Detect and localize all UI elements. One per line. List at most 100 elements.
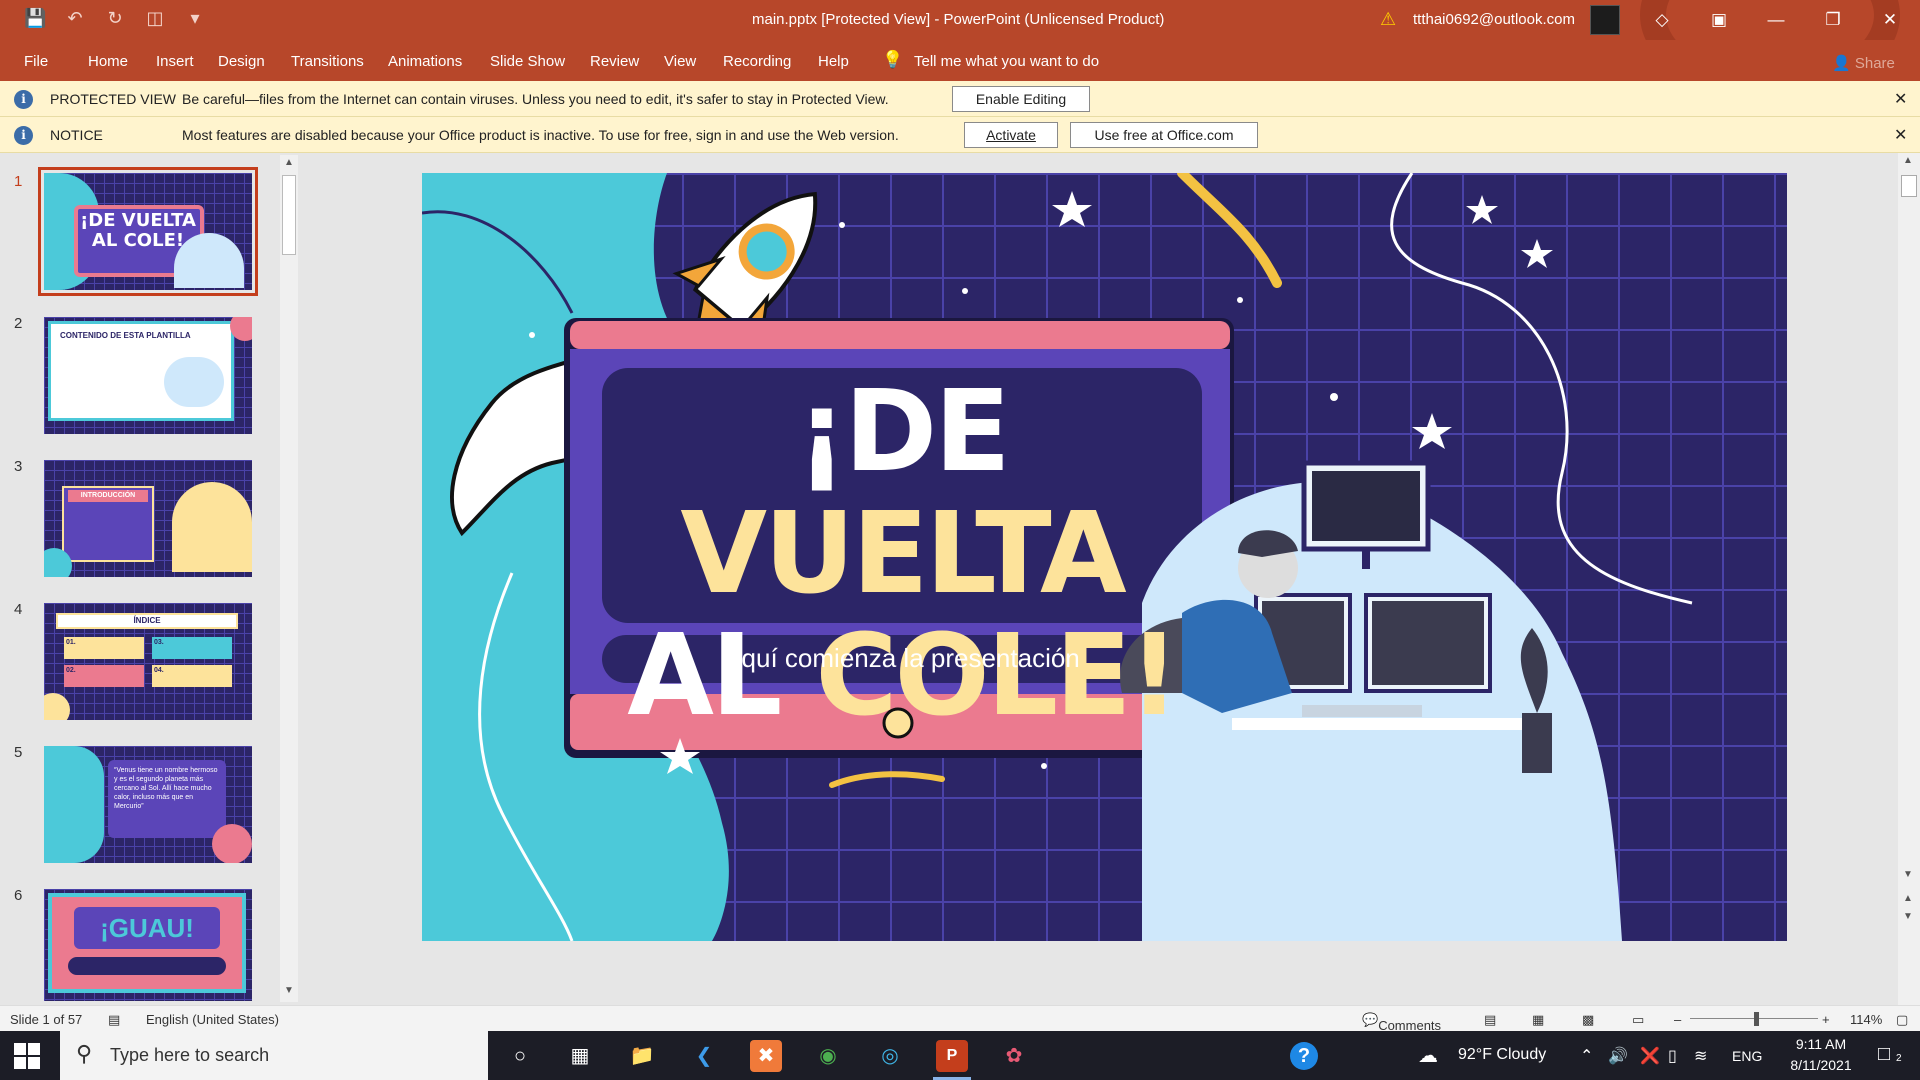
- tab-review[interactable]: Review: [590, 53, 639, 70]
- slide-thumbnail-pane: 1 ¡DE VUELTA AL COLE! 2 CONTENIDO DE EST…: [0, 153, 300, 1005]
- maximize-button[interactable]: ❐: [1813, 6, 1853, 34]
- zoom-in-icon[interactable]: +: [1822, 1012, 1830, 1027]
- zoom-level[interactable]: 114%: [1850, 1012, 1882, 1027]
- fit-slide-icon[interactable]: ▢: [1896, 1012, 1908, 1028]
- comments-button[interactable]: 💬 Comments: [1362, 1012, 1441, 1033]
- diamond-icon[interactable]: ◇: [1642, 6, 1682, 34]
- notification-icon[interactable]: □: [1878, 1043, 1890, 1066]
- powerpoint-icon[interactable]: P: [936, 1040, 968, 1072]
- zoom-out-icon[interactable]: –: [1674, 1012, 1681, 1027]
- thumb-title: CONTENIDO DE ESTA PLANTILLA: [60, 331, 191, 340]
- thumb-number: 2: [14, 315, 23, 332]
- task-view-icon[interactable]: ▦: [564, 1040, 596, 1072]
- powerpoint-window: 💾 ↶ ↻ ◫ ▾ main.pptx [Protected View] - P…: [0, 0, 1920, 1080]
- reading-view-icon[interactable]: ▩: [1582, 1012, 1594, 1028]
- tab-insert[interactable]: Insert: [156, 53, 194, 70]
- tab-slide-show[interactable]: Slide Show: [490, 53, 565, 70]
- account-name[interactable]: ttthai0692@outlook.com: [1413, 11, 1575, 28]
- cortana-icon[interactable]: ○: [504, 1040, 536, 1072]
- editor-scrollbar[interactable]: ▲ ▼ ▲ ▼: [1898, 153, 1920, 1005]
- language-indicator[interactable]: English (United States): [146, 1012, 279, 1027]
- tab-help[interactable]: Help: [818, 53, 849, 70]
- paint-icon[interactable]: ✿: [998, 1040, 1030, 1072]
- language-switch[interactable]: ENG: [1732, 1048, 1762, 1064]
- quick-access-toolbar: 💾 ↶ ↻ ◫ ▾: [24, 8, 206, 29]
- share-button[interactable]: 👤 Share: [1832, 54, 1895, 72]
- tell-me-search[interactable]: Tell me what you want to do: [914, 53, 1099, 70]
- thumbnail-slide-1[interactable]: ¡DE VUELTA AL COLE!: [38, 167, 258, 296]
- help-icon[interactable]: ?: [1290, 1042, 1318, 1070]
- edge-icon[interactable]: ◎: [874, 1040, 906, 1072]
- tab-transitions[interactable]: Transitions: [291, 53, 364, 70]
- chrome-icon[interactable]: ◉: [812, 1040, 844, 1072]
- desk: [1232, 718, 1522, 730]
- wifi-icon[interactable]: ≋: [1694, 1046, 1707, 1066]
- tab-view[interactable]: View: [664, 53, 696, 70]
- activate-button[interactable]: Activate: [964, 122, 1058, 148]
- customize-qat-icon[interactable]: ▾: [184, 8, 206, 29]
- clock-date[interactable]: 8/11/2021: [1784, 1057, 1858, 1073]
- scroll-up-icon[interactable]: ▲: [284, 157, 294, 168]
- undo-icon[interactable]: ↶: [64, 8, 86, 29]
- file-explorer-icon[interactable]: 📁: [626, 1040, 658, 1072]
- slide-title[interactable]: ¡DE VUELTA AL COLE!: [612, 371, 1192, 737]
- accessibility-icon[interactable]: ▤: [108, 1012, 120, 1028]
- present-icon[interactable]: ◫: [144, 8, 166, 29]
- display-icon[interactable]: ▯: [1668, 1046, 1677, 1066]
- slide-subtitle[interactable]: Aquí comienza la presentación: [602, 643, 1202, 674]
- slide-title-line-1: ¡DE VUELTA: [680, 367, 1126, 619]
- close-protected-bar-icon[interactable]: ✕: [1894, 89, 1907, 109]
- previous-slide-icon[interactable]: ▲: [1903, 893, 1913, 904]
- scroll-up-icon[interactable]: ▲: [1903, 155, 1913, 166]
- protected-view-bar: i PROTECTED VIEW Be careful—files from t…: [0, 81, 1920, 117]
- zoom-slider-thumb[interactable]: [1754, 1012, 1759, 1026]
- tab-home[interactable]: Home: [88, 53, 128, 70]
- slide-canvas[interactable]: ¡DE VUELTA AL COLE! Aquí comienza la pre…: [422, 173, 1787, 941]
- thumbnail-slide-2[interactable]: CONTENIDO DE ESTA PLANTILLA: [44, 317, 252, 434]
- enable-editing-button[interactable]: Enable Editing: [952, 86, 1090, 112]
- save-icon[interactable]: 💾: [24, 8, 46, 29]
- minimize-button[interactable]: —: [1756, 6, 1796, 34]
- ribbon-display-icon[interactable]: ▣: [1699, 6, 1739, 34]
- vscode-icon[interactable]: ❮: [688, 1040, 720, 1072]
- clock-time[interactable]: 9:11 AM: [1784, 1036, 1858, 1052]
- thumb-title: ÍNDICE: [56, 613, 238, 629]
- slide-counter: Slide 1 of 57: [10, 1012, 83, 1027]
- volume-icon[interactable]: 🔊: [1608, 1046, 1628, 1066]
- weather-text[interactable]: 92°F Cloudy: [1458, 1046, 1546, 1064]
- scrollbar-thumb[interactable]: [1901, 175, 1917, 197]
- thumbnail-slide-5[interactable]: “Venus tiene un nombre hermoso y es el s…: [44, 746, 252, 863]
- info-icon: i: [14, 90, 33, 109]
- xampp-icon[interactable]: ✖: [750, 1040, 782, 1072]
- show-hidden-icons[interactable]: ⌃: [1580, 1046, 1593, 1066]
- taskbar-search[interactable]: ⚲ Type here to search: [60, 1031, 488, 1080]
- network-alert-icon[interactable]: ❌: [1640, 1046, 1660, 1066]
- tab-design[interactable]: Design: [218, 53, 265, 70]
- tab-recording[interactable]: Recording: [723, 53, 791, 70]
- cloud-icon[interactable]: ☁: [1418, 1043, 1438, 1068]
- thumbnail-slide-4[interactable]: ÍNDICE 01. 03. 02. 04.: [44, 603, 252, 720]
- lightbulb-icon[interactable]: 💡: [882, 50, 903, 70]
- scrollbar-thumb[interactable]: [282, 175, 296, 255]
- tab-file[interactable]: File: [24, 53, 48, 70]
- thumbnail-scrollbar[interactable]: ▲ ▼: [280, 155, 298, 1002]
- redo-icon[interactable]: ↻: [104, 8, 126, 29]
- thumbnail-slide-3[interactable]: INTRODUCCIÓN: [44, 460, 252, 577]
- next-slide-icon[interactable]: ▼: [1903, 911, 1913, 922]
- slide-show-icon[interactable]: ▭: [1632, 1012, 1644, 1028]
- warning-icon[interactable]: ⚠: [1380, 9, 1396, 30]
- slide-sorter-icon[interactable]: ▦: [1532, 1012, 1544, 1028]
- scroll-down-icon[interactable]: ▼: [284, 985, 294, 996]
- thumb-title: ¡GUAU!: [74, 907, 220, 949]
- windows-start-icon[interactable]: [14, 1043, 40, 1069]
- thumbnail-slide-6[interactable]: ¡GUAU!: [44, 889, 252, 1001]
- use-free-button[interactable]: Use free at Office.com: [1070, 122, 1258, 148]
- share-label: Share: [1854, 55, 1895, 72]
- avatar[interactable]: [1590, 5, 1620, 35]
- index-item: 02.: [64, 665, 144, 687]
- scroll-down-icon[interactable]: ▼: [1903, 869, 1913, 880]
- close-button[interactable]: ✕: [1870, 6, 1910, 34]
- tab-animations[interactable]: Animations: [388, 53, 462, 70]
- close-notice-bar-icon[interactable]: ✕: [1894, 125, 1907, 145]
- normal-view-icon[interactable]: ▤: [1484, 1012, 1496, 1028]
